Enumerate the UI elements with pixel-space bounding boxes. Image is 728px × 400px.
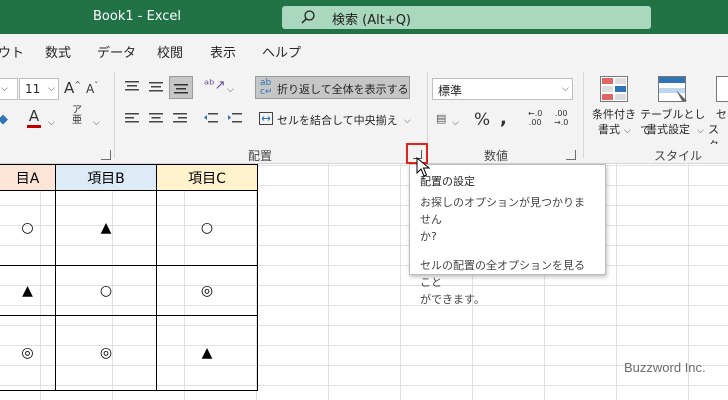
orientation-chevron-icon[interactable]: ⌵ bbox=[227, 85, 234, 95]
search-placeholder: 検索 (Alt+Q) bbox=[332, 13, 412, 28]
wrap-text-label: 折り返して全体を表示する bbox=[277, 83, 409, 96]
format-as-table-icon bbox=[658, 76, 687, 102]
number-dialog-launcher-icon[interactable] bbox=[566, 150, 576, 160]
tab-data[interactable]: データ bbox=[97, 42, 136, 61]
conditional-formatting-label-2: 書式 bbox=[598, 123, 620, 136]
align-left-icon[interactable] bbox=[125, 113, 139, 125]
align-center-icon[interactable] bbox=[149, 113, 163, 125]
table-cell[interactable]: ◎ bbox=[55, 315, 157, 391]
cell-styles-label-2: スタ bbox=[708, 123, 719, 144]
tab-layout[interactable]: ウト bbox=[0, 42, 24, 61]
tab-review[interactable]: 校閲 bbox=[157, 42, 183, 61]
tooltip-line-4: ができます。 bbox=[420, 293, 485, 306]
merge-center-button[interactable]: セルを結合して中央揃え ⌵ bbox=[255, 108, 415, 130]
font-color-icon[interactable]: A bbox=[27, 108, 41, 128]
ribbon-tabs: ウト 数式 データ 校閲 表示 ヘルプ bbox=[0, 34, 728, 66]
ribbon: ⌵ 11 ⌵ A^ Aˇ ◆ A ⌵ ア亜 ⌵ ᵃᵇ↗ ⌵ ab c↵ 折り返して… bbox=[0, 66, 728, 164]
increase-indent-icon[interactable] bbox=[228, 113, 242, 125]
table-row: ○ ▲ ○ bbox=[0, 190, 258, 266]
alignment-settings-tooltip: 配置の設定 お探しのオプションが見つかりません か? セルの配置の全オプションを… bbox=[409, 164, 606, 306]
merge-chevron-icon: ⌵ bbox=[404, 116, 411, 126]
header-cell-c[interactable]: 項目C bbox=[156, 164, 258, 191]
phonetic-chevron-icon[interactable]: ⌵ bbox=[93, 118, 100, 128]
cell-styles-button[interactable]: セ スタ bbox=[708, 74, 728, 144]
decrease-indent-icon[interactable] bbox=[204, 113, 218, 125]
table-cell[interactable]: ○ bbox=[156, 190, 258, 266]
separator bbox=[114, 72, 115, 158]
font-size-value: 11 bbox=[25, 82, 41, 96]
separator bbox=[583, 72, 584, 158]
mouse-cursor-icon bbox=[416, 157, 430, 177]
tab-view[interactable]: 表示 bbox=[210, 42, 236, 61]
search-icon bbox=[301, 10, 315, 24]
watermark: Buzzword Inc. bbox=[624, 360, 706, 375]
comma-style-icon[interactable]: , bbox=[500, 108, 507, 129]
conditional-formatting-button[interactable]: 条件付き 書式 ⌵ bbox=[590, 74, 638, 144]
merge-center-icon bbox=[259, 112, 273, 125]
conditional-formatting-icon bbox=[600, 76, 628, 102]
accounting-chevron-icon[interactable]: ⌵ bbox=[452, 118, 459, 128]
document-title: Book1 - Excel bbox=[93, 9, 182, 24]
font-size-dropdown[interactable]: 11 ⌵ bbox=[19, 78, 59, 100]
increase-font-icon[interactable]: A^ bbox=[64, 79, 81, 97]
table-cell[interactable]: ▲ bbox=[55, 190, 157, 266]
increase-decimal-icon[interactable]: ←.0.00 bbox=[528, 109, 542, 127]
accounting-format-icon[interactable]: ▤ bbox=[436, 112, 446, 125]
table-row: ▲ ○ ◎ bbox=[0, 265, 258, 316]
table-row: ◎ ◎ ▲ bbox=[0, 315, 258, 391]
align-bottom-button[interactable] bbox=[169, 76, 193, 99]
align-top-icon[interactable] bbox=[125, 81, 139, 93]
number-format-dropdown[interactable]: 標準 ⌵ bbox=[432, 78, 573, 100]
percent-style-icon[interactable]: % bbox=[474, 110, 490, 130]
decrease-font-icon[interactable]: Aˇ bbox=[86, 81, 98, 96]
number-group-label: 数値 bbox=[484, 149, 509, 163]
table-cell[interactable]: ◎ bbox=[156, 265, 258, 316]
phonetic-guide-icon[interactable]: ア亜 bbox=[72, 106, 82, 126]
styles-group-label: スタイル bbox=[654, 149, 703, 163]
wrap-text-button[interactable]: ab c↵ 折り返して全体を表示する bbox=[255, 76, 410, 99]
table-cell[interactable]: ▲ bbox=[0, 265, 56, 316]
tooltip-title: 配置の設定 bbox=[420, 175, 475, 188]
search-box[interactable]: 検索 (Alt+Q) bbox=[282, 6, 651, 29]
table-header-row: 目A 項目B 項目C bbox=[0, 164, 258, 191]
orientation-icon[interactable]: ᵃᵇ↗ bbox=[204, 78, 226, 93]
align-bottom-icon bbox=[174, 84, 188, 94]
alignment-group-label: 配置 bbox=[248, 149, 273, 163]
font-name-dropdown[interactable]: ⌵ bbox=[0, 78, 18, 100]
format-as-table-button[interactable]: テーブルとして 書式設定 ⌵ bbox=[640, 74, 706, 144]
align-middle-icon[interactable] bbox=[149, 81, 163, 93]
cell-styles-icon bbox=[716, 76, 728, 102]
title-bar: Book1 - Excel 検索 (Alt+Q) bbox=[0, 0, 728, 34]
tooltip-line-2: か? bbox=[420, 230, 437, 243]
tab-formulas[interactable]: 数式 bbox=[45, 42, 71, 61]
decrease-decimal-icon[interactable]: .00 →.0 bbox=[554, 109, 568, 127]
table-cell[interactable]: ◎ bbox=[0, 315, 56, 391]
align-right-icon[interactable] bbox=[173, 113, 187, 125]
tooltip-line-3: セルの配置の全オプションを見ること bbox=[420, 259, 585, 289]
merge-center-label: セルを結合して中央揃え bbox=[277, 114, 398, 127]
fill-color-icon[interactable]: ◆ bbox=[0, 112, 8, 127]
font-color-chevron-icon[interactable]: ⌵ bbox=[48, 118, 55, 128]
header-cell-b[interactable]: 項目B bbox=[55, 164, 157, 191]
number-format-value: 標準 bbox=[438, 84, 463, 98]
data-table: 目A 項目B 項目C ○ ▲ ○ ▲ ○ ◎ ◎ ◎ ▲ bbox=[0, 164, 258, 391]
tooltip-line-1: お探しのオプションが見つかりません bbox=[420, 196, 585, 226]
header-cell-a[interactable]: 目A bbox=[0, 164, 56, 191]
table-cell[interactable]: ○ bbox=[0, 190, 56, 266]
cell-styles-label-1: セ bbox=[716, 108, 727, 121]
wrap-text-icon: ab c↵ bbox=[260, 78, 273, 97]
format-as-table-label-2: 書式設定 bbox=[646, 123, 690, 136]
table-cell[interactable]: ▲ bbox=[156, 315, 258, 391]
table-cell[interactable]: ○ bbox=[55, 265, 157, 316]
tab-help[interactable]: ヘルプ bbox=[262, 42, 301, 61]
conditional-formatting-label-1: 条件付き bbox=[592, 108, 636, 121]
font-dialog-launcher-icon[interactable] bbox=[101, 150, 111, 160]
